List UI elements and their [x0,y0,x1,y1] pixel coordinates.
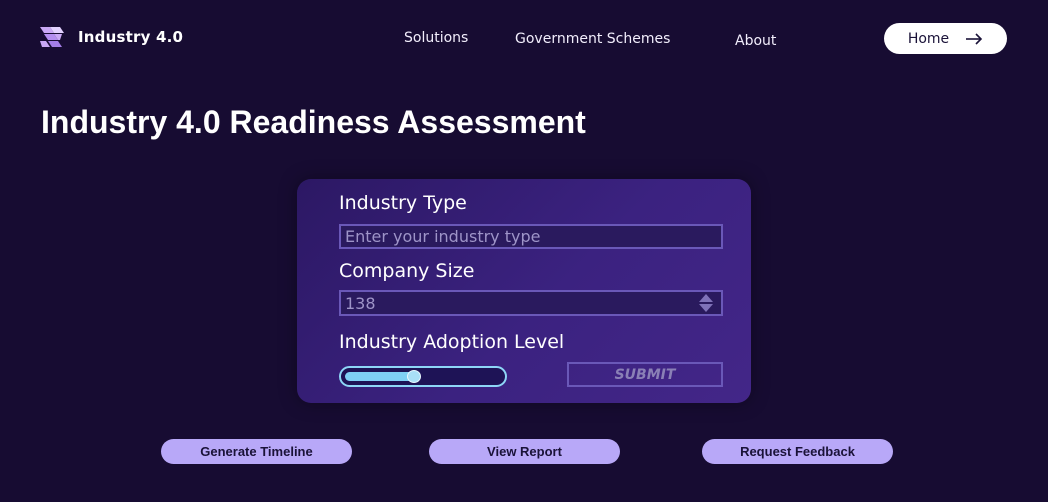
submit-button[interactable]: SUBMIT [567,362,723,387]
nav-solutions[interactable]: Solutions [404,30,468,46]
page-title: Industry 4.0 Readiness Assessment [41,104,586,140]
industry-type-input[interactable] [339,224,723,249]
adoption-level-slider[interactable] [339,366,507,387]
logo-icon [40,27,64,47]
stepper-down-icon[interactable] [699,304,713,312]
logo[interactable]: Industry 4.0 [40,27,183,47]
stepper-up-icon[interactable] [699,294,713,302]
number-stepper[interactable] [699,294,713,312]
slider-thumb[interactable] [407,370,421,383]
generate-timeline-button[interactable]: Generate Timeline [161,439,352,464]
arrow-right-icon [965,32,983,45]
company-size-value: 138 [345,293,376,313]
company-size-input[interactable]: 138 [339,290,723,316]
view-report-button[interactable]: View Report [429,439,620,464]
industry-type-label: Industry Type [339,192,467,214]
company-size-label: Company Size [339,260,475,282]
assessment-card: Industry Type Company Size 138 Industry … [297,179,751,403]
home-button-label: Home [907,30,950,47]
home-button[interactable]: Home [884,23,1007,54]
request-feedback-button[interactable]: Request Feedback [702,439,893,464]
slider-fill [345,372,415,381]
nav-about[interactable]: About [735,33,776,49]
nav-government-schemes[interactable]: Government Schemes [515,31,670,47]
adoption-level-label: Industry Adoption Level [339,331,565,353]
logo-text: Industry 4.0 [78,28,184,46]
